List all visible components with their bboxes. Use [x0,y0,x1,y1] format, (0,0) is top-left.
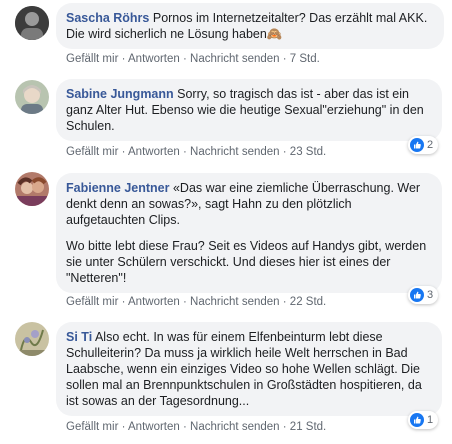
avatar[interactable] [15,6,49,40]
comment-author[interactable]: Sascha Röhrs [66,11,149,25]
comment-bubble: Sascha Röhrs Pornos im Internetzeitalter… [56,3,444,49]
send-message-link[interactable]: Nachricht senden [190,296,280,308]
send-message-link[interactable]: Nachricht senden [190,421,280,433]
comment-author[interactable]: Fabienne Jentner [66,181,170,195]
reply-link[interactable]: Antworten [128,146,180,158]
like-link[interactable]: Gefällt mir [66,53,118,65]
avatar[interactable] [15,80,49,114]
like-link[interactable]: Gefällt mir [66,421,118,433]
comment-actions: Gefällt mir · Antworten · Nachricht send… [66,53,320,65]
send-message-link[interactable]: Nachricht senden [190,146,280,158]
comment-actions: Gefällt mir · Antworten · Nachricht send… [66,296,327,308]
like-link[interactable]: Gefällt mir [66,146,118,158]
like-icon [410,138,424,152]
comment-bubble: Si Ti Also echt. In was für einem Elfenb… [56,322,442,416]
reaction-count[interactable]: 2 [408,136,439,154]
like-link[interactable]: Gefällt mir [66,296,118,308]
comment-timestamp[interactable]: 23 Std. [290,146,326,158]
comment-actions: Gefällt mir · Antworten · Nachricht send… [66,421,327,433]
comment-author[interactable]: Sabine Jungmann [66,87,174,101]
reaction-count[interactable]: 3 [408,286,439,304]
comment-bubble: Fabienne Jentner «Das war eine ziemliche… [56,173,442,293]
send-message-link[interactable]: Nachricht senden [190,53,280,65]
reaction-count[interactable]: 1 [408,411,439,429]
reply-link[interactable]: Antworten [128,296,180,308]
comment-timestamp[interactable]: 21 Std. [290,421,326,433]
reply-link[interactable]: Antworten [128,53,180,65]
comment-actions: Gefällt mir · Antworten · Nachricht send… [66,146,327,158]
comment-bubble: Sabine Jungmann Sorry, so tragisch das i… [56,79,442,141]
comment-text: Wo bitte lebt diese Frau? Seit es Videos… [66,239,427,285]
avatar[interactable] [15,172,49,206]
like-icon [410,413,424,427]
comment-text: Also echt. In was für einem Elfenbeintur… [66,330,422,408]
comment-author[interactable]: Si Ti [66,330,92,344]
comment-timestamp[interactable]: 22 Std. [290,296,326,308]
avatar[interactable] [15,322,49,356]
like-icon [410,288,424,302]
reply-link[interactable]: Antworten [128,421,180,433]
comment-timestamp[interactable]: 7 Std. [290,53,320,65]
